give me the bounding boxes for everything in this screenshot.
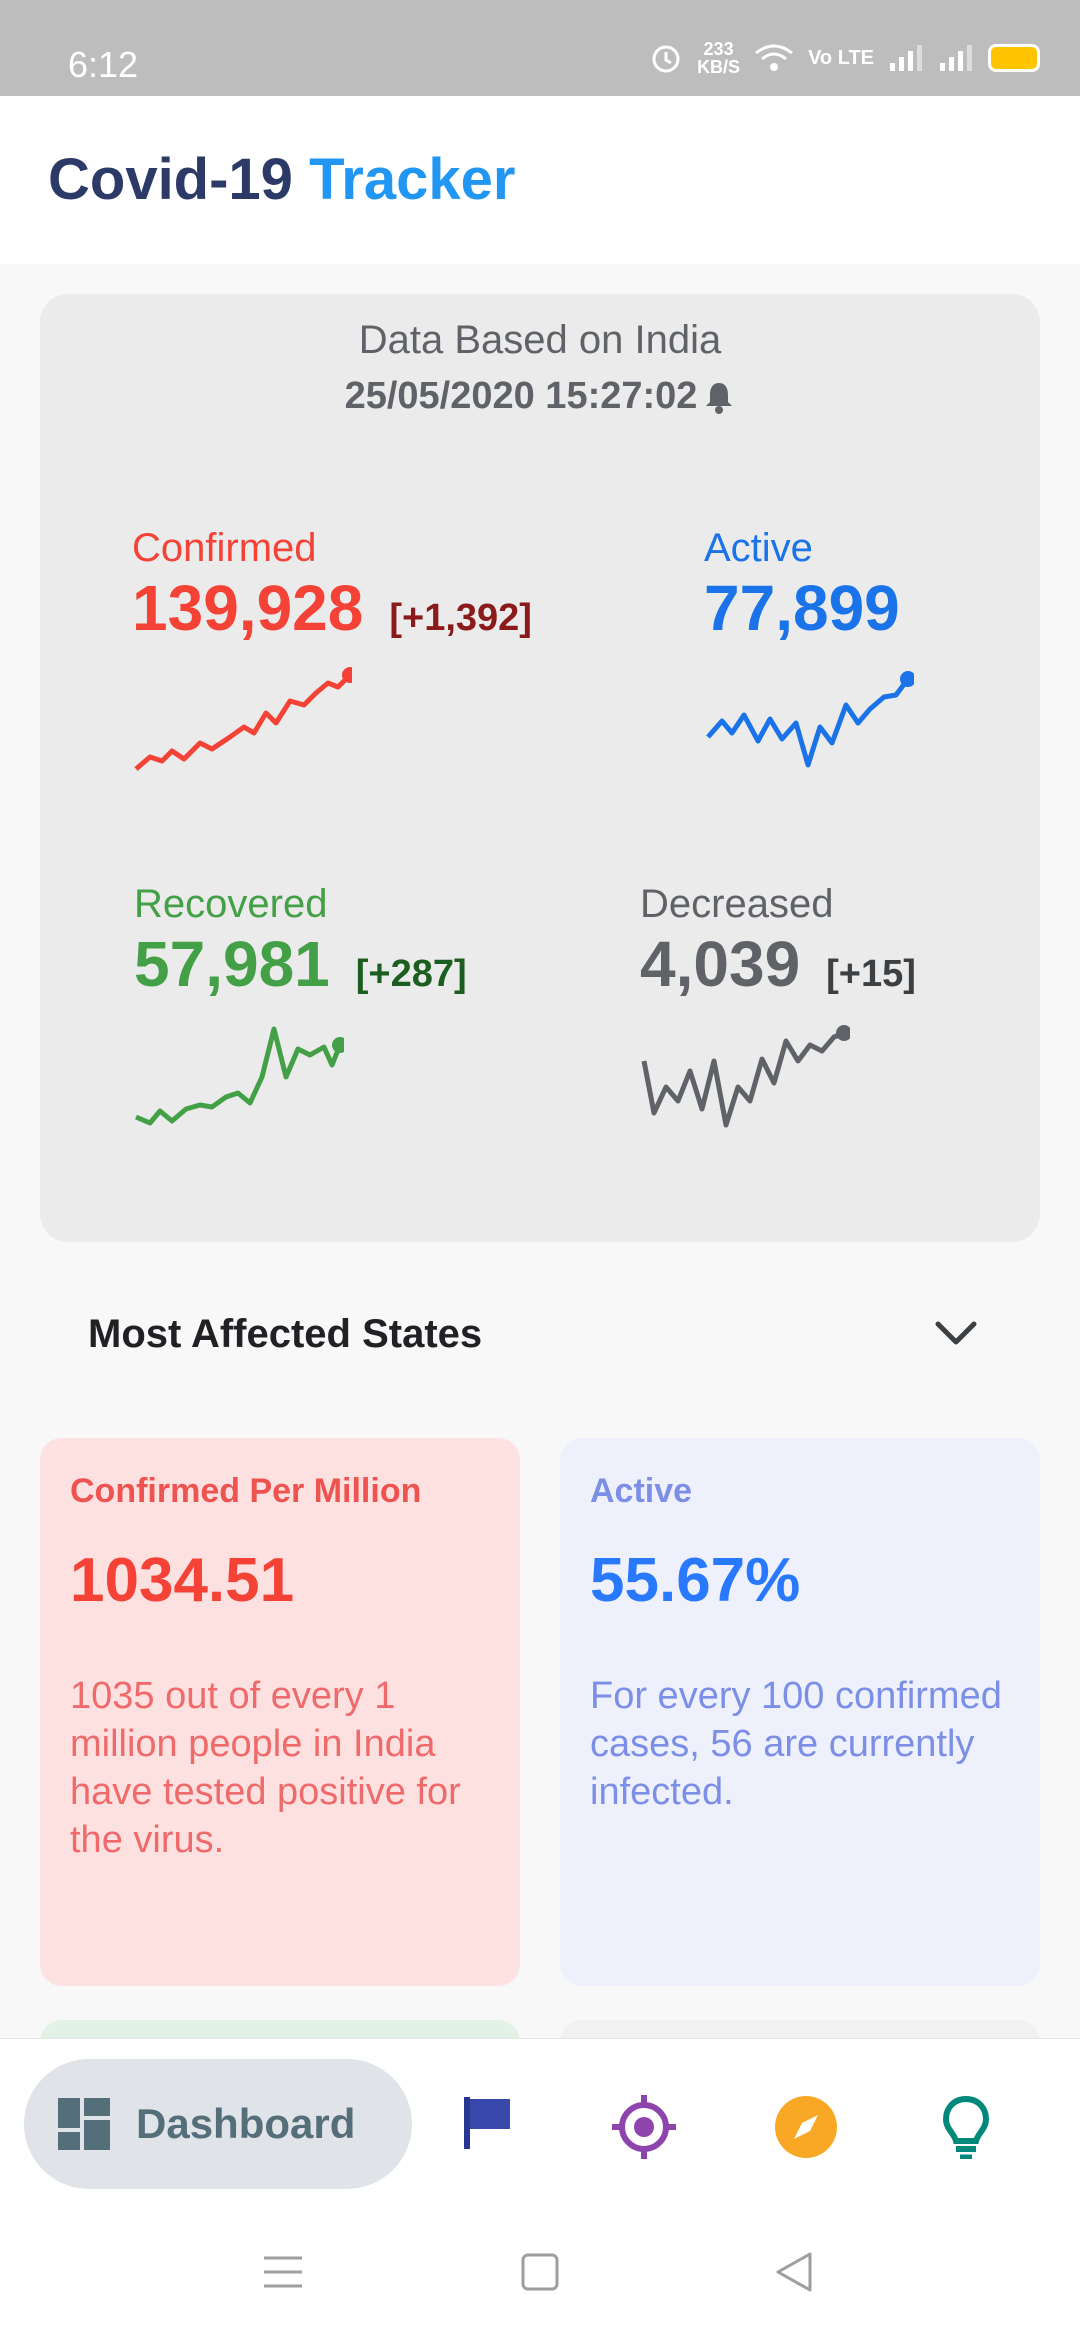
active-percentage-card: Active 55.67% For every 100 confirmed ca… — [560, 1438, 1040, 1986]
most-affected-states-label: Most Affected States — [88, 1312, 483, 1356]
chevron-down-icon[interactable] — [930, 1314, 982, 1354]
wifi-icon — [755, 44, 793, 71]
stat-recovered: Recovered 57,981 [+287] — [134, 882, 467, 1131]
bell-icon[interactable] — [703, 380, 735, 414]
card-description: For every 100 confirmed cases, 56 are cu… — [590, 1675, 1002, 1813]
menu-icon[interactable] — [262, 2250, 304, 2294]
recovered-sparkline — [135, 1026, 344, 1126]
bottom-navigation: Dashboard — [0, 2038, 1080, 2212]
target-icon[interactable] — [612, 2095, 676, 2159]
card-value: 1034.51 — [70, 1546, 295, 1615]
decreased-delta: [+15] — [826, 953, 916, 995]
card-value: 55.67% — [590, 1546, 801, 1615]
stat-active: Active 77,899 — [704, 526, 914, 775]
confirmed-per-million-card: Confirmed Per Million 1034.51 1035 out o… — [40, 1438, 520, 1986]
card-title: Confirmed Per Million — [70, 1472, 422, 1510]
decreased-label: Decreased — [640, 882, 834, 926]
confirmed-sparkline — [134, 667, 352, 771]
network-speed: 233 KB/S — [697, 39, 741, 77]
timestamp: 25/05/2020 15:27:02 — [344, 375, 698, 417]
active-sparkline — [706, 671, 914, 768]
signal-icon-2 — [940, 45, 972, 71]
compass-icon[interactable] — [774, 2095, 838, 2159]
back-icon[interactable] — [774, 2250, 814, 2294]
stat-decreased: Decreased 4,039 [+15] — [640, 882, 916, 1131]
app-title: Covid-19 Tracker — [48, 146, 515, 213]
active-value: 77,899 — [704, 572, 900, 644]
alarm-icon — [652, 45, 680, 73]
recovered-delta: [+287] — [355, 953, 467, 995]
system-navigation-bar — [0, 2212, 1080, 2340]
signal-icon — [890, 45, 922, 71]
dashboard-icon — [58, 2098, 110, 2150]
battery-icon — [988, 44, 1040, 72]
status-time: 6:12 — [68, 44, 139, 85]
flag-icon[interactable] — [462, 2095, 514, 2151]
most-affected-states-toggle[interactable]: Most Affected States — [0, 1270, 1080, 1400]
summary-header: Data Based on India 25/05/2020 15:27:02 — [40, 318, 1040, 418]
recovered-value: 57,981 — [134, 928, 330, 1000]
lightbulb-icon[interactable] — [940, 2095, 992, 2159]
decreased-sparkline — [641, 1025, 850, 1128]
stat-confirmed: Confirmed 139,928 [+1,392] — [132, 526, 532, 775]
last-updated: 25/05/2020 15:27:02 — [40, 375, 1040, 418]
app-bar: Covid-19 Tracker — [0, 96, 1080, 264]
status-bar: 6:12 233 KB/S Vo LTE — [0, 0, 1080, 96]
app-title-accent: Tracker — [309, 147, 516, 212]
data-source-label: Data Based on India — [358, 318, 722, 362]
nav-dashboard-label: Dashboard — [136, 2100, 356, 2147]
nav-dashboard[interactable]: Dashboard — [24, 2059, 412, 2189]
active-label: Active — [704, 526, 813, 570]
card-description: 1035 out of every 1 million people in In… — [70, 1675, 461, 1861]
status-icons: 233 KB/S Vo LTE — [649, 40, 1040, 76]
card-title: Active — [590, 1472, 693, 1510]
recovered-label: Recovered — [134, 882, 328, 926]
confirmed-value: 139,928 — [132, 572, 364, 644]
volte-indicator: Vo LTE — [808, 47, 874, 69]
decreased-value: 4,039 — [640, 928, 801, 1000]
summary-card: Data Based on India 25/05/2020 15:27:02 … — [40, 294, 1040, 1242]
app-title-main: Covid-19 — [48, 147, 293, 212]
confirmed-delta: [+1,392] — [389, 597, 532, 639]
confirmed-label: Confirmed — [132, 526, 317, 570]
home-icon[interactable] — [520, 2250, 560, 2294]
